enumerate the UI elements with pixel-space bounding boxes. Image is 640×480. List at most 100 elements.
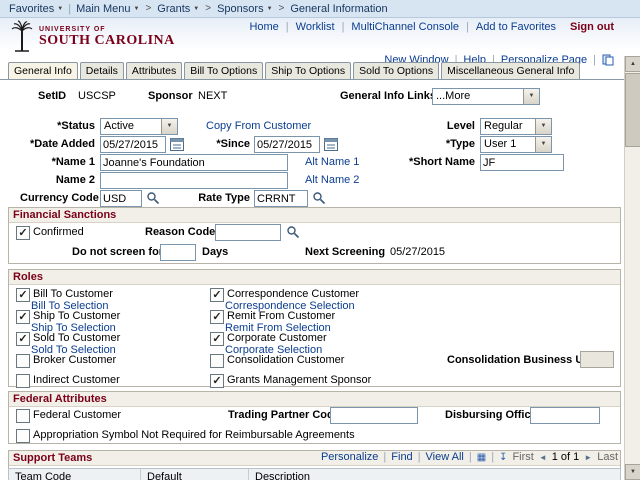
breadcrumb-current-page: General Information: [290, 3, 387, 15]
sold-to-customer-checkbox[interactable]: ✓: [16, 332, 30, 346]
name1-input[interactable]: [100, 154, 288, 171]
tab-bill-to-options[interactable]: Bill To Options: [184, 62, 264, 80]
days-label: Days: [202, 246, 229, 258]
chevron-down-icon: ▼: [193, 5, 200, 12]
type-value: User 1: [484, 138, 517, 150]
last-link[interactable]: Last: [597, 451, 618, 463]
name2-input[interactable]: [100, 172, 288, 189]
trading-partner-code-input[interactable]: [330, 407, 418, 424]
short-name-input[interactable]: [480, 154, 564, 171]
disbursing-office-label: Disbursing Office: [445, 409, 537, 421]
rate-type-input[interactable]: [254, 190, 308, 207]
sponsor-label: Sponsor: [148, 90, 193, 102]
chevron-down-icon[interactable]: ▼: [535, 119, 551, 134]
tab-misc-general-info[interactable]: Miscellaneous General Info: [441, 62, 581, 80]
chevron-down-icon[interactable]: ▼: [523, 89, 539, 104]
corporate-customer-checkbox[interactable]: ✓: [210, 332, 224, 346]
consolidation-business-unit-label: Consolidation Business Unit: [447, 354, 597, 366]
sponsor-value: NEXT: [198, 90, 228, 102]
alt-name2-link[interactable]: Alt Name 2: [305, 174, 359, 186]
next-row-icon[interactable]: ►: [584, 453, 592, 462]
date-added-label: *Date Added: [30, 138, 95, 150]
check-icon: ✓: [18, 289, 28, 301]
rate-type-label: Rate Type: [198, 192, 250, 204]
sign-out-link[interactable]: Sign out: [570, 21, 614, 33]
federal-customer-checkbox[interactable]: ✓: [16, 409, 30, 423]
confirmed-checkbox[interactable]: ✓: [16, 226, 30, 240]
calendar-icon[interactable]: [324, 137, 338, 151]
grid-zoom-icon[interactable]: ▦: [477, 452, 486, 463]
type-dropdown[interactable]: User 1 ▼: [480, 136, 552, 153]
broker-customer-checkbox[interactable]: ✓: [16, 354, 30, 368]
favorites-menu[interactable]: Favorites ▼: [9, 3, 63, 15]
column-header-description: Description: [255, 471, 311, 480]
page-icon[interactable]: [602, 54, 614, 66]
chevron-down-icon: ▼: [133, 5, 140, 12]
find-link[interactable]: Find: [391, 451, 412, 463]
scrollbar-thumb[interactable]: [625, 73, 640, 147]
scroll-up-button[interactable]: ▲: [625, 56, 640, 72]
check-icon: ✓: [212, 333, 222, 345]
grants-management-sponsor-checkbox[interactable]: ✓: [210, 374, 224, 388]
currency-code-input[interactable]: [100, 190, 142, 207]
calendar-icon[interactable]: [170, 137, 184, 151]
lookup-magnifier-icon[interactable]: [312, 191, 326, 205]
logo-line1: UNIVERSITY OF: [39, 25, 106, 33]
breadcrumb-sponsors[interactable]: Sponsors ▼: [217, 3, 272, 15]
chevron-down-icon[interactable]: ▼: [161, 119, 177, 134]
consolidation-business-unit-input: [580, 351, 614, 368]
scroll-down-button[interactable]: ▼: [625, 464, 640, 480]
appropriation-symbol-checkbox[interactable]: ✓: [16, 429, 30, 443]
federal-customer-label: Federal Customer: [33, 409, 122, 421]
financial-sanctions-header: Financial Sanctions: [9, 208, 620, 223]
date-added-input[interactable]: [100, 136, 166, 153]
setid-label: SetID: [38, 90, 67, 102]
check-icon: ✓: [212, 289, 222, 301]
general-info-links-dropdown[interactable]: ...More ▼: [432, 88, 540, 105]
previous-row-icon[interactable]: ◄: [539, 453, 547, 462]
bill-to-customer-checkbox[interactable]: ✓: [16, 288, 30, 302]
worklist-link[interactable]: Worklist: [296, 21, 335, 33]
lookup-magnifier-icon[interactable]: [146, 191, 160, 205]
add-to-favorites-link[interactable]: Add to Favorites: [476, 21, 556, 33]
tab-sold-to-options[interactable]: Sold To Options: [353, 62, 440, 80]
next-screening-value: 05/27/2015: [390, 246, 446, 258]
reason-code-input[interactable]: [215, 224, 281, 241]
main-menu[interactable]: Main Menu ▼: [76, 3, 139, 15]
column-header-team-code: Team Code: [9, 469, 141, 480]
alt-name1-link[interactable]: Alt Name 1: [305, 156, 359, 168]
status-dropdown[interactable]: Active ▼: [100, 118, 178, 135]
lookup-magnifier-icon[interactable]: [286, 225, 300, 239]
vertical-scrollbar[interactable]: ▲ ▼: [624, 56, 640, 480]
chevron-down-icon[interactable]: ▼: [535, 137, 551, 152]
tab-general-info[interactable]: General Info: [8, 62, 78, 80]
remit-from-customer-checkbox[interactable]: ✓: [210, 310, 224, 324]
disbursing-office-input[interactable]: [530, 407, 600, 424]
consolidation-customer-checkbox[interactable]: ✓: [210, 354, 224, 368]
breadcrumb-grants[interactable]: Grants ▼: [157, 3, 199, 15]
do-not-screen-input[interactable]: [160, 244, 196, 261]
ship-to-customer-checkbox[interactable]: ✓: [16, 310, 30, 324]
first-link[interactable]: First: [512, 451, 533, 463]
tab-ship-to-options[interactable]: Ship To Options: [265, 62, 352, 80]
view-all-link[interactable]: View All: [426, 451, 464, 463]
bill-to-customer-label: Bill To Customer: [33, 288, 113, 300]
divider: |: [491, 451, 495, 463]
short-name-label: *Short Name: [408, 156, 475, 168]
general-info-links-label: General Info Links: [340, 90, 436, 102]
tab-strip: General Info Details Attributes Bill To …: [8, 62, 582, 80]
chevron-down-icon: ▼: [266, 5, 273, 12]
level-dropdown[interactable]: Regular ▼: [480, 118, 552, 135]
multichannel-console-link[interactable]: MultiChannel Console: [351, 21, 459, 33]
tab-attributes[interactable]: Attributes: [125, 62, 183, 80]
since-input[interactable]: [254, 136, 320, 153]
download-icon[interactable]: ↧: [499, 452, 507, 463]
correspondence-customer-checkbox[interactable]: ✓: [210, 288, 224, 302]
correspondence-customer-label: Correspondence Customer: [227, 288, 360, 300]
indirect-customer-checkbox[interactable]: ✓: [16, 374, 30, 388]
ship-to-customer-label: Ship To Customer: [33, 310, 121, 322]
home-link[interactable]: Home: [249, 21, 278, 33]
copy-from-customer-link[interactable]: Copy From Customer: [206, 120, 311, 132]
tab-details[interactable]: Details: [79, 62, 124, 80]
personalize-link[interactable]: Personalize: [321, 451, 378, 463]
